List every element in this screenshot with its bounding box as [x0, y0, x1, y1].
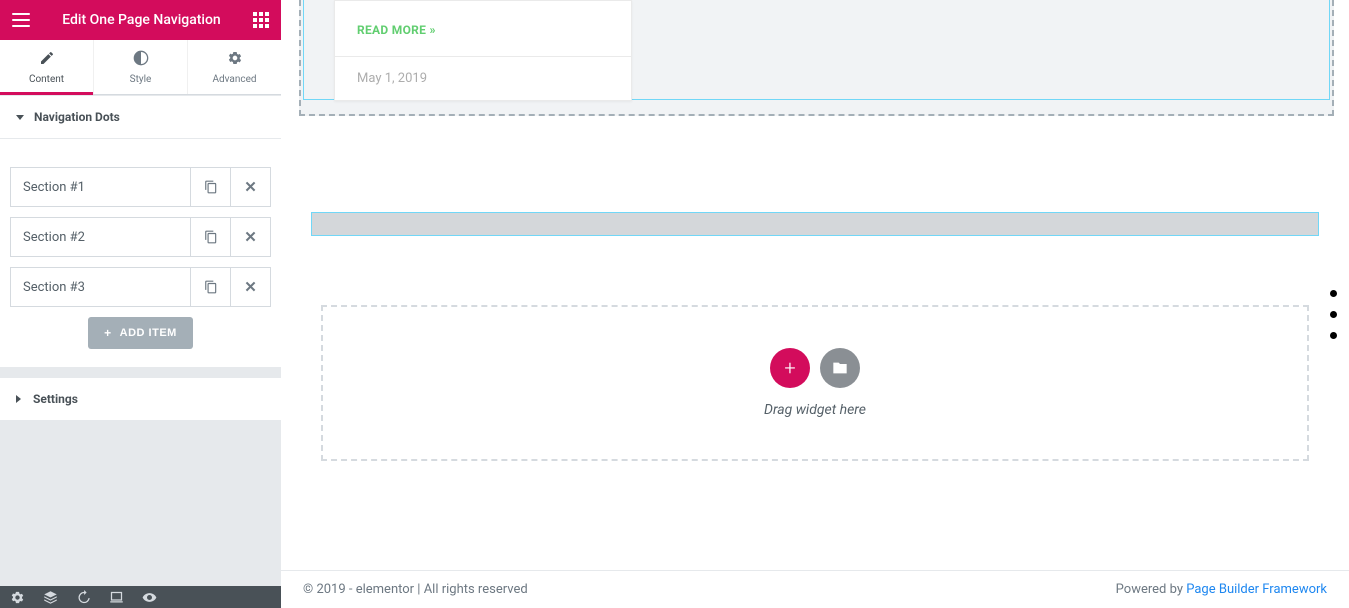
- post-date: May 1, 2019: [335, 56, 631, 100]
- list-item: Section #1 ✕: [10, 167, 271, 207]
- navigator-icon[interactable]: [43, 590, 58, 605]
- tab-advanced-label: Advanced: [212, 74, 256, 85]
- duplicate-icon[interactable]: [190, 268, 230, 306]
- preview-icon[interactable]: [142, 590, 157, 605]
- editor-tabs: Content Style Advanced: [0, 40, 281, 95]
- widgets-grid-icon[interactable]: [253, 12, 269, 28]
- remove-icon[interactable]: ✕: [230, 168, 270, 206]
- sidebar-header: Edit One Page Navigation: [0, 0, 281, 40]
- tab-style-label: Style: [130, 74, 152, 85]
- footer-powered-by: Powered by Page Builder Framework: [1116, 582, 1327, 597]
- add-item-button[interactable]: + ADD ITEM: [88, 317, 193, 349]
- nav-dot-2[interactable]: [1330, 311, 1337, 318]
- nav-dot-1[interactable]: [1330, 290, 1337, 297]
- navigation-dots-panel: Navigation Dots Section #1 ✕ Section #2 …: [0, 95, 281, 367]
- powered-by-prefix: Powered by: [1116, 582, 1187, 597]
- folder-icon: [832, 360, 848, 376]
- remove-icon[interactable]: ✕: [230, 218, 270, 256]
- preview-footer: © 2019 - elementor | All rights reserved…: [281, 570, 1349, 608]
- add-item-label: ADD ITEM: [120, 327, 177, 339]
- canvas-section-inner: READ MORE » May 1, 2019: [303, 0, 1330, 100]
- tab-advanced[interactable]: Advanced: [188, 40, 281, 94]
- dropzone-text: Drag widget here: [764, 402, 866, 418]
- list-item: Section #3 ✕: [10, 267, 271, 307]
- caret-right-icon: [16, 395, 21, 403]
- remove-icon[interactable]: ✕: [230, 268, 270, 306]
- post-card: READ MORE » May 1, 2019: [334, 0, 632, 101]
- dropzone-actions: +: [770, 348, 860, 388]
- footer-copyright: © 2019 - elementor | All rights reserved: [303, 582, 528, 597]
- preview-canvas: READ MORE » May 1, 2019 + Drag widget he…: [281, 0, 1349, 608]
- tab-content[interactable]: Content: [0, 40, 94, 94]
- settings-panel: Settings: [0, 377, 281, 421]
- sidebar: Edit One Page Navigation Content Style A…: [0, 0, 281, 608]
- settings-title: Settings: [33, 392, 78, 406]
- one-page-nav-dots: [1330, 290, 1337, 339]
- section-items-list: Section #1 ✕ Section #2 ✕ Section #3 ✕ +…: [0, 139, 281, 367]
- caret-down-icon: [16, 115, 24, 120]
- selected-section-strip[interactable]: [311, 212, 1319, 236]
- plus-icon: +: [784, 356, 795, 380]
- item-label[interactable]: Section #1: [11, 168, 190, 206]
- settings-header[interactable]: Settings: [0, 377, 281, 421]
- panel-title: Edit One Page Navigation: [62, 12, 220, 28]
- add-section-button[interactable]: +: [770, 348, 810, 388]
- plus-icon: +: [104, 326, 112, 340]
- pencil-icon: [39, 50, 55, 70]
- bottom-toolbar: [0, 586, 281, 608]
- navigation-dots-title: Navigation Dots: [34, 110, 120, 124]
- responsive-icon[interactable]: [109, 590, 124, 605]
- history-icon[interactable]: [76, 590, 91, 605]
- tab-content-label: Content: [29, 74, 64, 85]
- powered-by-link[interactable]: Page Builder Framework: [1186, 582, 1327, 597]
- menu-icon[interactable]: [12, 13, 30, 27]
- canvas-section-wrapper[interactable]: READ MORE » May 1, 2019: [299, 0, 1334, 116]
- settings-icon[interactable]: [10, 590, 25, 605]
- template-library-button[interactable]: [820, 348, 860, 388]
- item-label[interactable]: Section #2: [11, 218, 190, 256]
- tab-style[interactable]: Style: [94, 40, 188, 94]
- navigation-dots-header[interactable]: Navigation Dots: [0, 96, 281, 139]
- gear-icon: [227, 50, 243, 70]
- contrast-icon: [133, 50, 149, 70]
- nav-dot-3[interactable]: [1330, 332, 1337, 339]
- list-item: Section #2 ✕: [10, 217, 271, 257]
- item-label[interactable]: Section #3: [11, 268, 190, 306]
- read-more-link[interactable]: READ MORE »: [357, 23, 436, 37]
- drop-zone[interactable]: + Drag widget here: [321, 305, 1309, 461]
- duplicate-icon[interactable]: [190, 168, 230, 206]
- duplicate-icon[interactable]: [190, 218, 230, 256]
